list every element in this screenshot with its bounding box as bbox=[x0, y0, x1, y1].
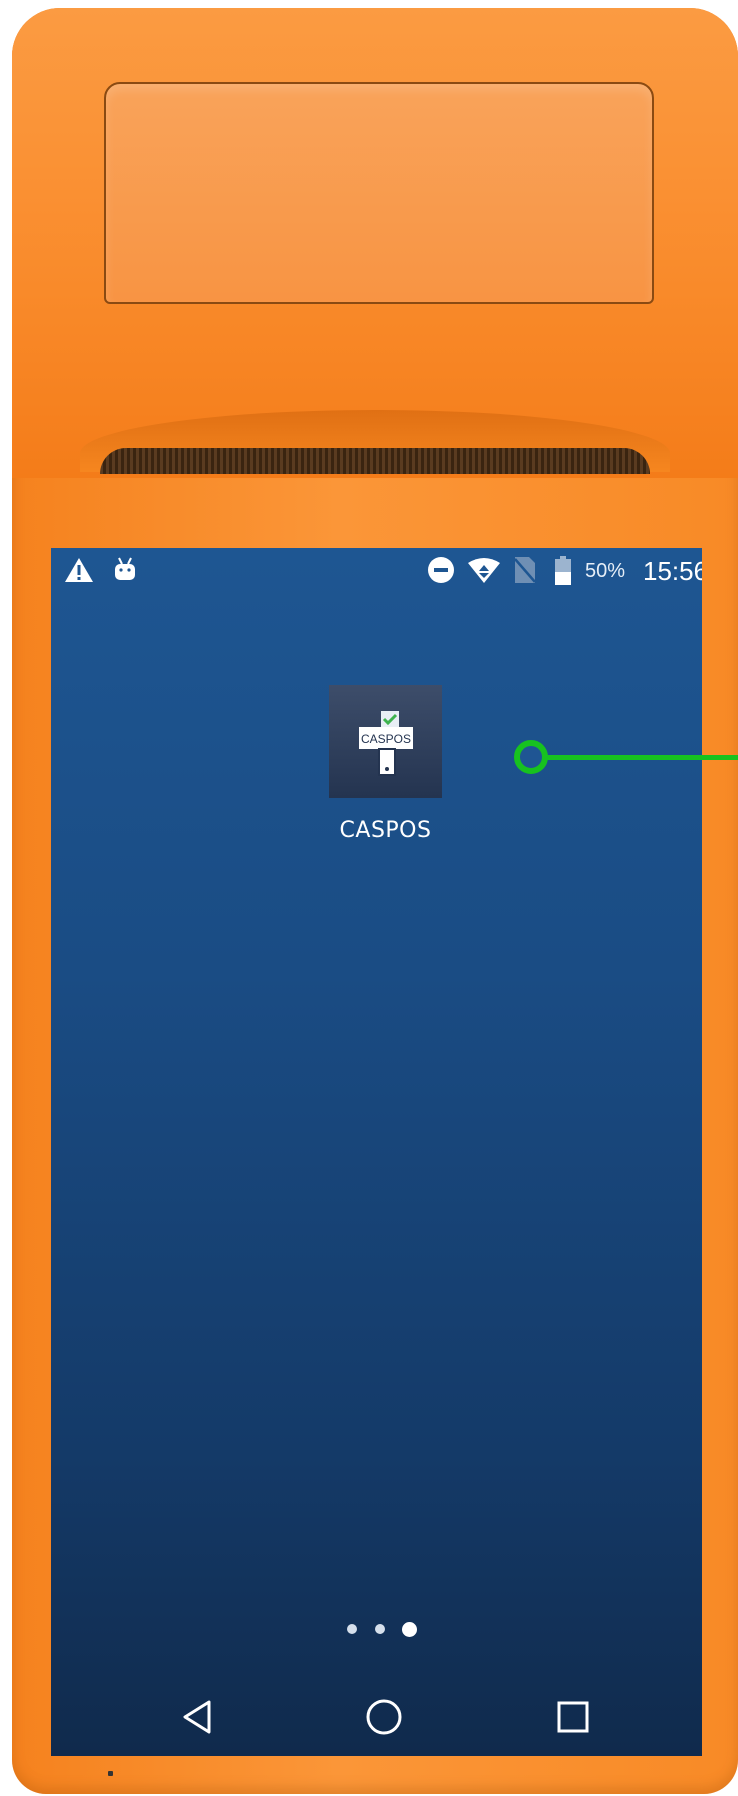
microphone-hole bbox=[108, 1771, 113, 1776]
battery-percentage: 50% bbox=[585, 560, 626, 582]
annotation-pointer-line bbox=[532, 755, 738, 760]
no-sim-icon bbox=[514, 556, 536, 584]
page-indicator bbox=[347, 1619, 417, 1639]
warning-icon bbox=[64, 556, 94, 584]
screen: 50% 15:56 CASPOS CASPOS bbox=[51, 548, 702, 1756]
clock: 15:56 bbox=[643, 556, 702, 586]
recents-icon[interactable] bbox=[548, 1692, 598, 1742]
wifi-icon bbox=[467, 556, 501, 584]
home-icon[interactable] bbox=[359, 1692, 409, 1742]
back-icon[interactable] bbox=[172, 1692, 222, 1742]
annotation-pointer-ring bbox=[514, 740, 548, 774]
battery-icon bbox=[554, 556, 572, 586]
app-label-caspos[interactable]: CASPOS bbox=[328, 818, 443, 843]
caspos-icon-text: CASPOS bbox=[360, 732, 410, 746]
page-dot-active bbox=[402, 1621, 417, 1637]
navigation-bar bbox=[51, 1678, 702, 1756]
printer-lid bbox=[104, 82, 654, 304]
page-dot bbox=[347, 1624, 357, 1634]
printer-paper-slot bbox=[100, 448, 650, 474]
android-debug-icon bbox=[113, 556, 137, 582]
status-bar: 50% 15:56 bbox=[51, 548, 702, 594]
page-dot bbox=[374, 1624, 385, 1634]
app-shortcut-caspos[interactable]: CASPOS CASPOS bbox=[328, 685, 443, 843]
caspos-app-icon[interactable]: CASPOS bbox=[329, 685, 442, 798]
do-not-disturb-icon bbox=[427, 556, 455, 584]
